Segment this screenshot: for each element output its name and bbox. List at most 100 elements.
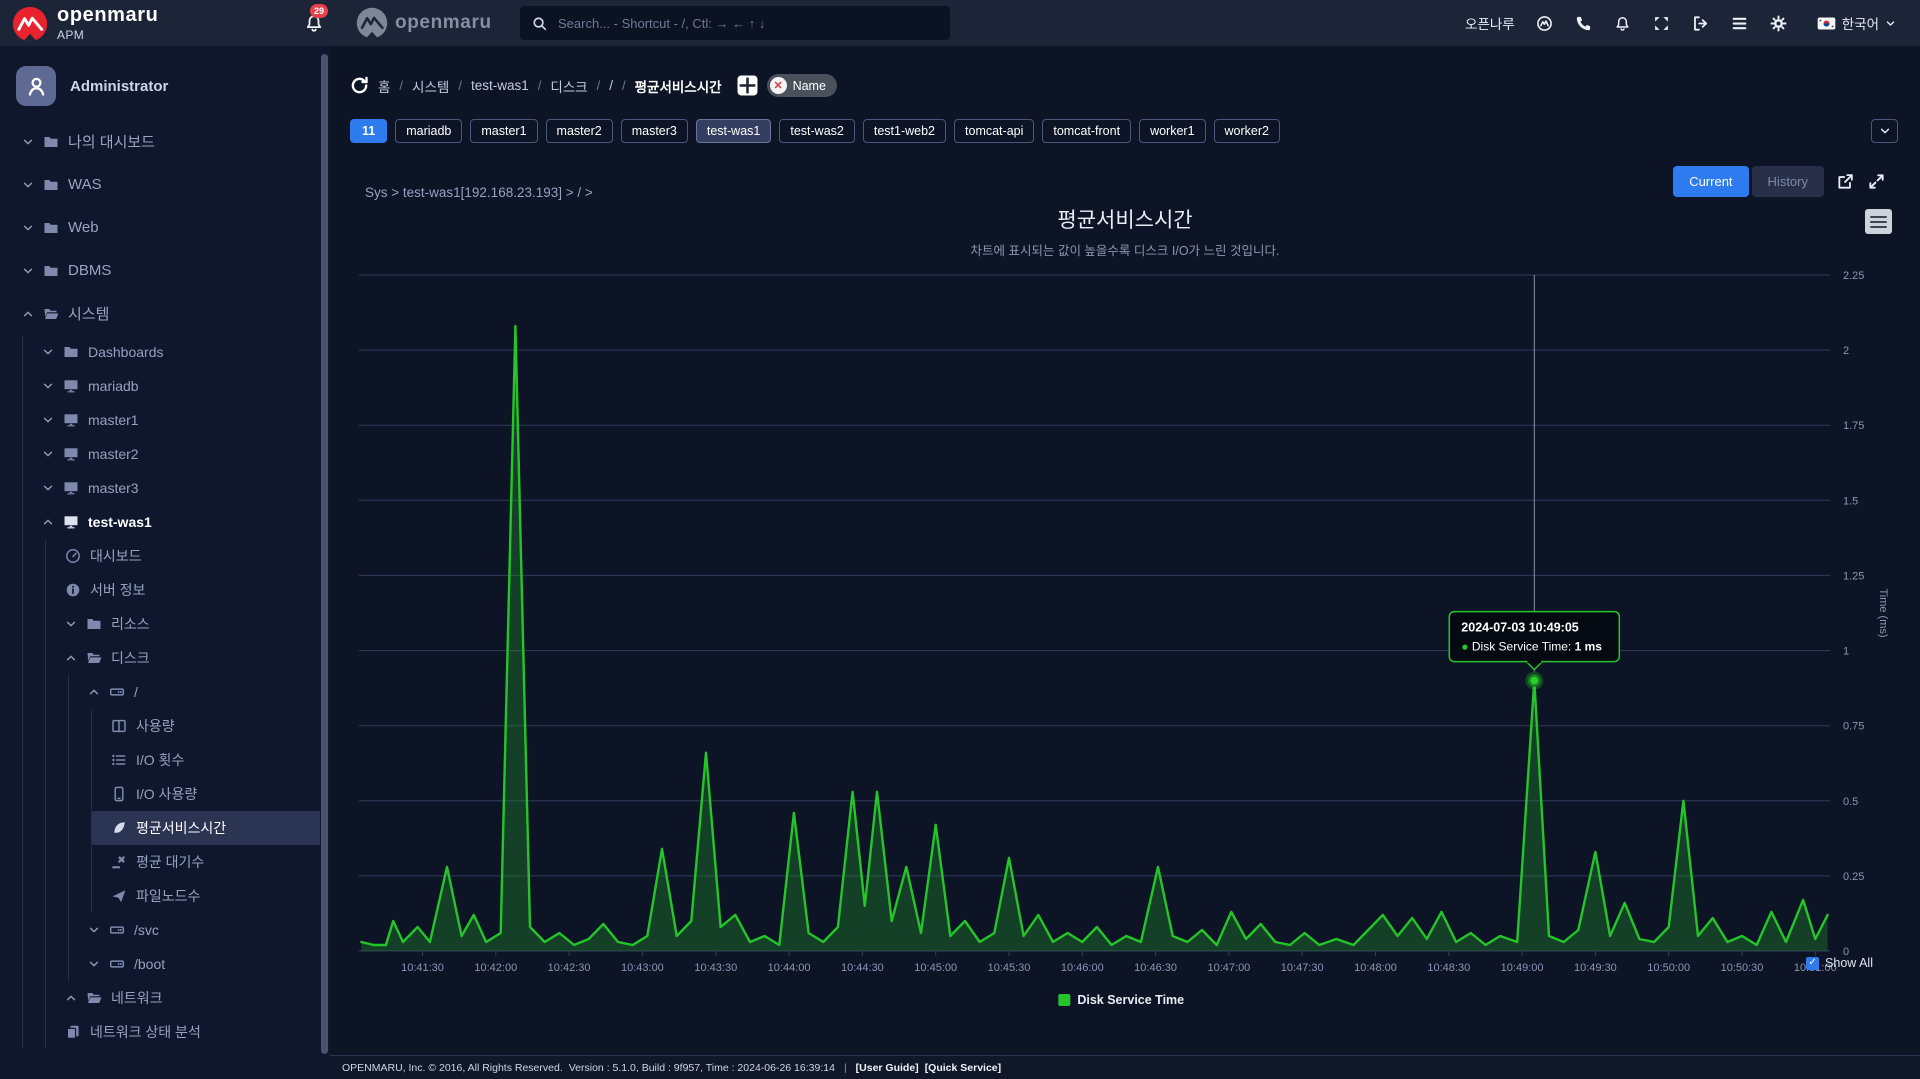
user-profile[interactable]: Administrator: [0, 46, 330, 120]
plane-icon: [111, 888, 129, 904]
quick-service-link[interactable]: [Quick Service]: [925, 1062, 1001, 1074]
sidebar-item[interactable]: 서버 정보: [46, 573, 320, 607]
server-tab[interactable]: test-was1: [696, 119, 772, 143]
server-tab[interactable]: master2: [546, 119, 613, 143]
expand-icon[interactable]: [1868, 173, 1886, 191]
chevron-down-icon[interactable]: [42, 346, 56, 358]
chevron-down-icon[interactable]: [42, 482, 56, 494]
org-name[interactable]: 오픈나루: [1465, 13, 1515, 33]
server-tab[interactable]: master1: [470, 119, 537, 143]
breadcrumb-item[interactable]: /: [609, 78, 613, 93]
y-axis-label: 2.25: [1843, 270, 1864, 282]
chevron-down-icon[interactable]: [22, 136, 36, 148]
sidebar-item[interactable]: 리소스: [46, 607, 320, 641]
server-tab[interactable]: mariadb: [395, 119, 462, 143]
sidebar-item[interactable]: 대시보드: [46, 539, 320, 573]
chevron-down-icon[interactable]: [42, 414, 56, 426]
language-selector[interactable]: 한국어: [1817, 13, 1896, 33]
sidebar-item[interactable]: /boot: [69, 947, 320, 981]
sidebar-item[interactable]: 네트워크: [46, 981, 320, 1015]
chevron-down-icon[interactable]: [88, 958, 102, 970]
sidebar-item[interactable]: 시스템: [0, 292, 320, 335]
current-button[interactable]: Current: [1673, 166, 1748, 197]
bell-icon[interactable]: [1614, 14, 1632, 32]
search-input[interactable]: [556, 15, 938, 32]
chevron-up-icon[interactable]: [42, 516, 56, 528]
sidebar-item[interactable]: 평균서비스시간: [92, 811, 320, 845]
open-external-icon[interactable]: [1837, 173, 1855, 191]
remove-tag-icon[interactable]: ✕: [770, 77, 787, 94]
chevron-up-icon[interactable]: [88, 686, 102, 698]
gear-icon[interactable]: [1770, 14, 1788, 32]
app-logo[interactable]: openmaru APM: [12, 5, 158, 42]
notifications-button[interactable]: 29: [298, 11, 322, 35]
breadcrumb-item[interactable]: 홈: [378, 76, 390, 96]
chart-menu-button[interactable]: [1865, 209, 1892, 234]
sidebar-item[interactable]: master1: [23, 403, 320, 437]
server-tab[interactable]: test-was2: [779, 119, 855, 143]
chevron-down-icon[interactable]: [22, 179, 36, 191]
openmaru-symbol-icon[interactable]: [1536, 14, 1554, 32]
sidebar-item[interactable]: /: [69, 675, 320, 709]
server-tab[interactable]: master3: [621, 119, 688, 143]
sidebar-item[interactable]: /svc: [69, 913, 320, 947]
chevron-down-icon[interactable]: [42, 380, 56, 392]
sidebar-item[interactable]: 네트워크 상태 분석: [46, 1015, 320, 1049]
server-tab[interactable]: test1-web2: [863, 119, 946, 143]
chevron-down-icon[interactable]: [42, 448, 56, 460]
sidebar-item[interactable]: Web: [0, 206, 320, 249]
app-header: openmaru APM 29 openmaru 오픈나루 한국어: [0, 0, 1920, 46]
sidebar-item[interactable]: I/O 횟수: [92, 743, 320, 777]
sidebar-item[interactable]: 평균 대기수: [92, 845, 320, 879]
chevron-down-icon[interactable]: [88, 924, 102, 936]
history-button[interactable]: History: [1752, 166, 1824, 197]
x-axis-label: 10:44:00: [768, 962, 811, 974]
user-guide-link[interactable]: [User Guide]: [856, 1062, 919, 1074]
sidebar-item[interactable]: 나의 대시보드: [0, 120, 320, 163]
sidebar-item[interactable]: master3: [23, 471, 320, 505]
name-filter-tag: ✕ Name: [767, 74, 837, 97]
server-tab[interactable]: tomcat-front: [1042, 119, 1131, 143]
data-point-marker[interactable]: [1529, 676, 1539, 686]
server-tab[interactable]: worker1: [1139, 119, 1205, 143]
monitor-icon: [63, 480, 81, 496]
sidebar-item[interactable]: master2: [23, 437, 320, 471]
sidebar-item[interactable]: 파일노드수: [92, 879, 320, 913]
sidebar-item[interactable]: 사용량: [92, 709, 320, 743]
fullscreen-icon[interactable]: [1653, 14, 1671, 32]
x-axis-label: 10:45:30: [988, 962, 1031, 974]
show-all-toggle[interactable]: ✓ Show All: [1806, 956, 1873, 970]
chevron-up-icon[interactable]: [22, 308, 36, 320]
breadcrumb-item[interactable]: 디스크: [550, 76, 587, 96]
chevron-up-icon[interactable]: [65, 992, 79, 1004]
server-tab[interactable]: tomcat-api: [954, 119, 1034, 143]
server-tab[interactable]: worker2: [1214, 119, 1280, 143]
sidebar-item[interactable]: mariadb: [23, 369, 320, 403]
sidebar-scrollbar[interactable]: [321, 54, 328, 1054]
refresh-button[interactable]: [350, 76, 369, 95]
show-all-checkbox[interactable]: ✓: [1806, 957, 1819, 970]
gavel-icon: [111, 854, 129, 870]
breadcrumb-item[interactable]: test-was1: [471, 78, 529, 93]
menu-icon[interactable]: [1731, 14, 1749, 32]
sidebar-item[interactable]: WAS: [0, 163, 320, 206]
phone-icon[interactable]: [1575, 14, 1593, 32]
sign-out-icon[interactable]: [1692, 14, 1710, 32]
gauge-icon: [65, 548, 83, 564]
chevron-down-icon[interactable]: [65, 618, 79, 630]
sidebar-item[interactable]: Dashboards: [23, 335, 320, 369]
chevron-down-icon[interactable]: [22, 265, 36, 277]
chart-legend[interactable]: Disk Service Time: [1058, 993, 1184, 1007]
chevron-up-icon[interactable]: [65, 652, 79, 664]
sidebar-item[interactable]: DBMS: [0, 249, 320, 292]
grid-view-icon[interactable]: [737, 75, 758, 96]
breadcrumb-item[interactable]: 시스템: [412, 76, 449, 96]
search-bar[interactable]: [520, 6, 950, 40]
resource-path: Sys > test-was1[192.168.23.193] > / >: [365, 185, 593, 200]
korea-flag-icon: [1817, 17, 1836, 30]
tabs-dropdown-button[interactable]: [1871, 119, 1898, 143]
chevron-down-icon[interactable]: [22, 222, 36, 234]
sidebar-item[interactable]: test-was1: [23, 505, 320, 539]
sidebar-item[interactable]: I/O 사용량: [92, 777, 320, 811]
sidebar-item[interactable]: 디스크: [46, 641, 320, 675]
